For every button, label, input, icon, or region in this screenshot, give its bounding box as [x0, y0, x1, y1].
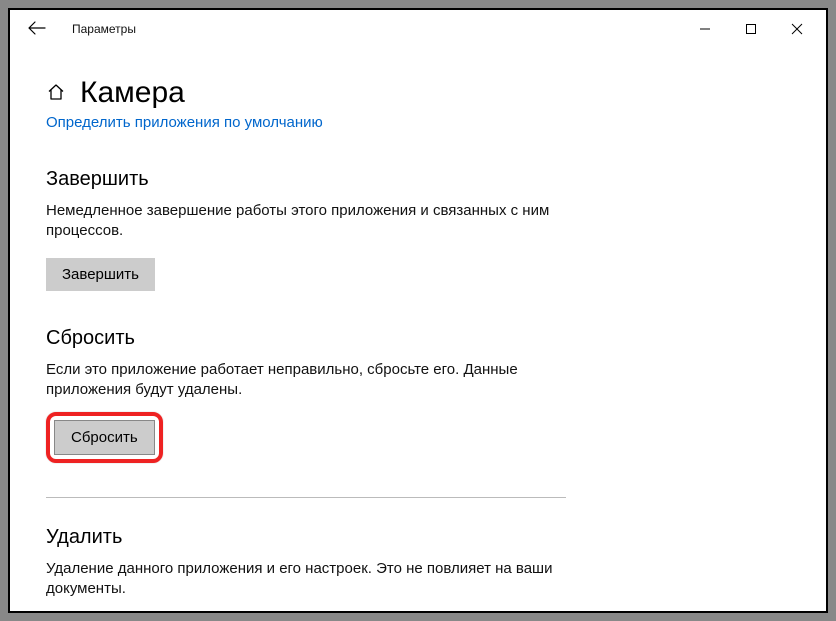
settings-window: Параметры Камера Определ: [8, 8, 828, 613]
section-divider: [46, 497, 566, 498]
maximize-button[interactable]: [728, 14, 774, 44]
uninstall-desc: Удаление данного приложения и его настро…: [46, 559, 566, 600]
reset-desc: Если это приложение работает неправильно…: [46, 360, 566, 401]
terminate-title: Завершить: [46, 168, 566, 191]
default-apps-link[interactable]: Определить приложения по умолчанию: [46, 114, 323, 131]
reset-button[interactable]: Сбросить: [54, 420, 155, 455]
home-icon[interactable]: [46, 82, 66, 105]
section-reset: Сбросить Если это приложение работает не…: [46, 327, 566, 464]
window-controls: [682, 14, 820, 44]
section-terminate: Завершить Немедленное завершение работы …: [46, 168, 566, 291]
titlebar: Параметры: [10, 10, 826, 48]
reset-highlight: Сбросить: [46, 412, 163, 463]
page-header: Камера: [46, 76, 790, 110]
section-uninstall: Удалить Удаление данного приложения и ег…: [46, 526, 566, 613]
window-title: Параметры: [72, 22, 136, 36]
uninstall-title: Удалить: [46, 526, 566, 549]
terminate-button[interactable]: Завершить: [46, 258, 155, 291]
terminate-desc: Немедленное завершение работы этого прил…: [46, 201, 566, 242]
close-button[interactable]: [774, 14, 820, 44]
reset-title: Сбросить: [46, 327, 566, 350]
page-title: Камера: [80, 76, 185, 110]
back-button[interactable]: [24, 16, 50, 42]
minimize-button[interactable]: [682, 14, 728, 44]
